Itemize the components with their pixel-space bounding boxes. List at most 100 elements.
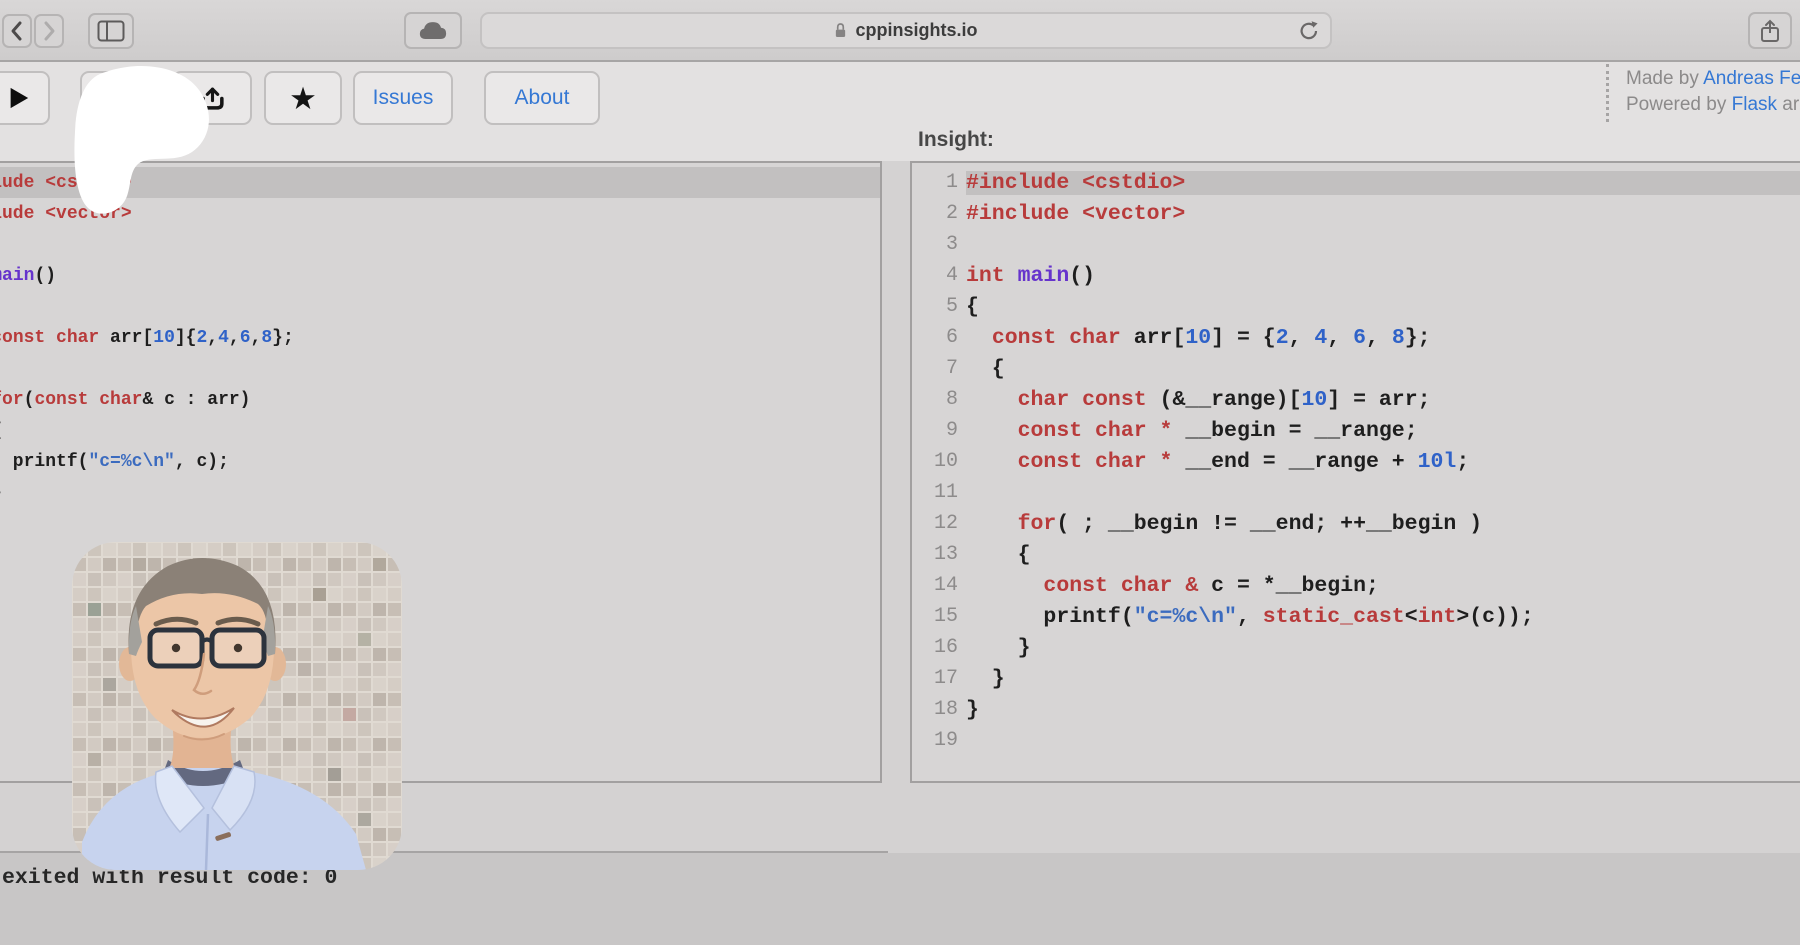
code-text: printf("c=%c\n", c);: [0, 452, 229, 472]
lock-icon: [834, 22, 847, 39]
run-button[interactable]: [0, 71, 50, 125]
reload-icon: [1297, 19, 1321, 43]
back-button[interactable]: [2, 14, 32, 48]
forward-button[interactable]: [34, 14, 64, 48]
code-line: #include <cstdio>: [0, 167, 880, 198]
powered-by-line: Powered by Flask ar: [1626, 92, 1800, 118]
app-toolbar: ★ Issues About Made by Andreas Fe Powere…: [0, 62, 1800, 161]
author-link[interactable]: Andreas Fe: [1703, 68, 1800, 89]
code-text: int main(): [966, 264, 1800, 288]
line-number: 7: [912, 357, 958, 380]
code-line: printf("c=%c\n", c);: [0, 446, 880, 477]
sidebar-icon: [97, 20, 125, 42]
code-text: int main(): [0, 266, 56, 286]
code-text: }: [966, 698, 1800, 722]
forward-chevron-icon: [42, 20, 56, 42]
share-button[interactable]: [1748, 12, 1792, 49]
browser-window: cppinsights.io ★ Issues About Made by An…: [0, 0, 1800, 945]
line-number: 9: [912, 419, 958, 442]
code-line: 15 printf("c=%c\n", static_cast<int>(c))…: [912, 601, 1800, 632]
code-text: #include <vector>: [0, 204, 132, 224]
code-line: [0, 353, 880, 384]
line-number: 1: [912, 171, 958, 194]
reload-button[interactable]: [1297, 19, 1321, 48]
flask-link[interactable]: Flask: [1732, 94, 1777, 115]
code-line: 4 int main(): [912, 260, 1800, 291]
eye-right: [234, 644, 242, 652]
code-text: }: [966, 667, 1800, 691]
line-number: 12: [912, 512, 958, 535]
code-text: const char & c = *__begin;: [966, 574, 1800, 598]
source-code[interactable]: #include <cstdio> #include <vector> int ma…: [0, 163, 880, 539]
code-text: const char * __begin = __range;: [966, 419, 1800, 443]
code-line: 5{: [912, 291, 1800, 322]
about-button-label: About: [515, 86, 570, 110]
eye-left: [172, 644, 180, 652]
insight-header: Insight:: [918, 128, 994, 152]
code-text: for(const char& c : arr): [0, 390, 251, 410]
line-number: 14: [912, 574, 958, 597]
share-icon: [1759, 18, 1781, 44]
code-line: 16 }: [912, 632, 1800, 663]
line-number: 19: [912, 729, 958, 752]
code-text: }: [966, 636, 1800, 660]
code-line: 13 {: [912, 539, 1800, 570]
code-line: 3: [912, 229, 1800, 260]
upload-button[interactable]: [172, 71, 252, 125]
code-line: 9 const char * __begin = __range;: [912, 415, 1800, 446]
code-line: {: [0, 415, 880, 446]
code-line: const char arr[10]{2,4,6,8};: [0, 322, 880, 353]
code-line: 10 const char * __end = __range + 10l;: [912, 446, 1800, 477]
code-line: 18}: [912, 694, 1800, 725]
code-text: {: [966, 357, 1800, 381]
star-icon: ★: [289, 83, 317, 114]
credits-divider: [1606, 64, 1609, 122]
portrait-illustration: [72, 542, 402, 870]
star-button[interactable]: ★: [264, 71, 342, 125]
about-button[interactable]: About: [484, 71, 600, 125]
issues-button[interactable]: Issues: [353, 71, 453, 125]
cloud-icon: [418, 20, 448, 41]
code-text: char const (&__range)[10] = arr;: [966, 388, 1800, 412]
code-line: 12 for( ; __begin != __end; ++__begin ): [912, 508, 1800, 539]
line-number: 5: [912, 295, 958, 318]
line-number: 17: [912, 667, 958, 690]
code-line: int main(): [0, 260, 880, 291]
line-number: 2: [912, 202, 958, 225]
line-number: 18: [912, 698, 958, 721]
code-line: 2#include <vector>: [912, 198, 1800, 229]
code-line: 1#include <cstdio>: [912, 167, 1800, 198]
code-line: 7 {: [912, 353, 1800, 384]
code-line: 6 const char arr[10] = {2, 4, 6, 8};: [912, 322, 1800, 353]
code-text: {: [966, 543, 1800, 567]
code-line: 14 const char & c = *__begin;: [912, 570, 1800, 601]
back-chevron-icon: [10, 20, 24, 42]
line-number: 4: [912, 264, 958, 287]
powered-by-suffix: ar: [1777, 94, 1799, 115]
address-bar[interactable]: cppinsights.io: [480, 12, 1332, 49]
code-text: const char arr[10] = {2, 4, 6, 8};: [966, 326, 1800, 350]
code-text: {: [0, 421, 2, 441]
line-number: 8: [912, 388, 958, 411]
code-text: const char * __end = __range + 10l;: [966, 450, 1800, 474]
code-line: #include <vector>: [0, 198, 880, 229]
code-line: 19: [912, 725, 1800, 756]
code-line: for(const char& c : arr): [0, 384, 880, 415]
toolbar-button-obscured[interactable]: [80, 71, 156, 125]
line-number: 6: [912, 326, 958, 349]
code-text: for( ; __begin != __end; ++__begin ): [966, 512, 1800, 536]
insight-panel: 1#include <cstdio>2#include <vector> 3 4 in…: [910, 161, 1800, 783]
code-text: const char arr[10]{2,4,6,8};: [0, 328, 294, 348]
issues-button-label: Issues: [373, 86, 434, 110]
powered-by-text: Powered by: [1626, 94, 1732, 115]
profile-photo: [72, 542, 402, 870]
downloads-button[interactable]: [404, 12, 462, 49]
code-text: }: [0, 483, 2, 503]
line-number: 10: [912, 450, 958, 473]
line-number: 3: [912, 233, 958, 256]
sidebar-toggle-button[interactable]: [88, 13, 134, 49]
code-line: }: [0, 508, 880, 539]
play-icon: [6, 85, 30, 111]
code-text: #include <cstdio>: [0, 173, 132, 193]
line-number: 13: [912, 543, 958, 566]
